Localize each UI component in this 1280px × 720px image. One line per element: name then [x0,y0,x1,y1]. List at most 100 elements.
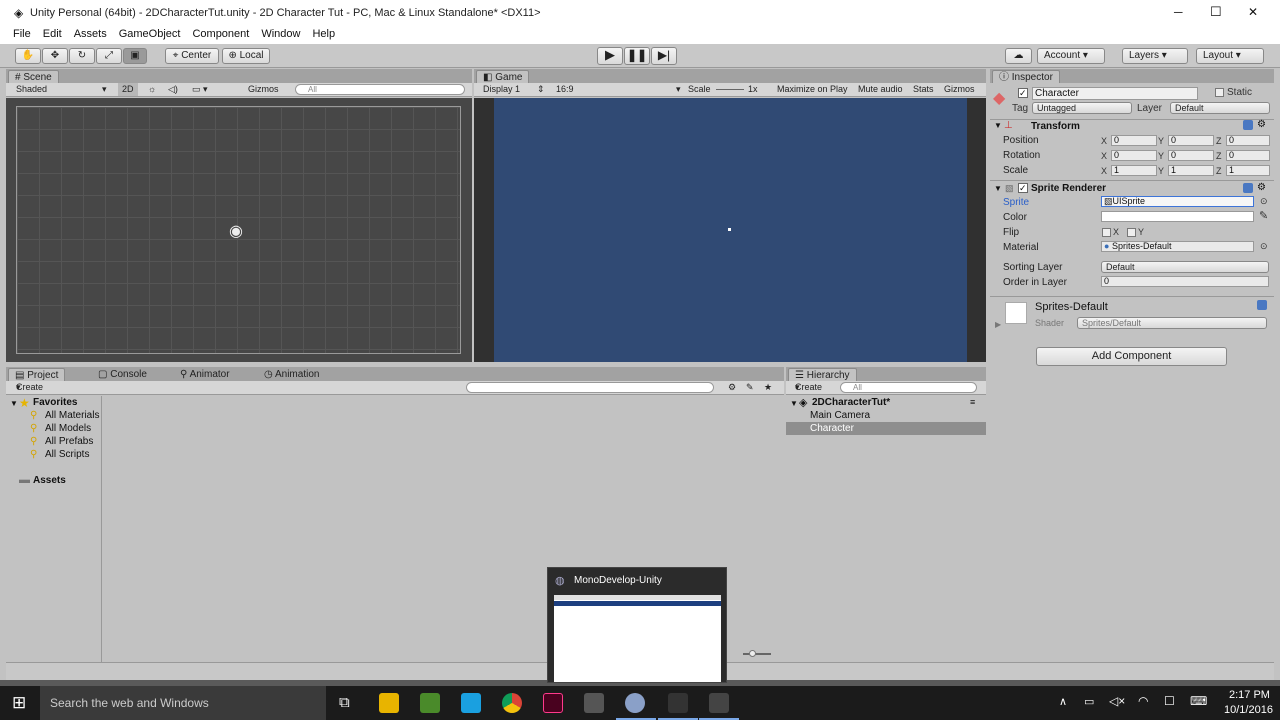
mute-audio-toggle[interactable]: Mute audio [858,83,903,96]
display-dropdown[interactable]: Display 1 [483,83,520,96]
hand-tool-button[interactable]: ✋ [15,48,41,64]
menu-window[interactable]: Window [255,26,306,40]
move-tool-button[interactable]: ✥ [42,48,68,64]
project-create-dropdown[interactable]: Create ▾ [16,381,43,394]
sprite-renderer-checkbox[interactable]: ✓ [1018,183,1028,193]
menu-component[interactable]: Component [186,26,255,40]
foldout-arrow-icon[interactable]: ▼ [994,121,1002,130]
favorites-header[interactable]: Favorites [33,397,77,408]
menu-gameobject[interactable]: GameObject [113,26,187,40]
menu-assets[interactable]: Assets [68,26,113,40]
hierarchy-create-dropdown[interactable]: Create ▾ [795,381,822,394]
pivot-center-button[interactable]: ⌖ Center [165,48,219,64]
scale-x-field[interactable]: 1 [1111,165,1157,176]
account-dropdown[interactable]: Account ▾ [1037,48,1105,64]
rotation-z-field[interactable]: 0 [1226,150,1270,161]
tab-project[interactable]: ▤ Project [8,368,66,381]
play-button[interactable]: ▶ [597,47,623,65]
mode-2d-toggle[interactable]: 2D [118,83,138,96]
volume-muted-icon[interactable]: ◁× [1109,694,1125,708]
chevron-up-icon[interactable]: ∧ [1059,695,1067,708]
tab-console[interactable]: ▢ Console [92,368,153,381]
rotation-y-field[interactable]: 0 [1168,150,1214,161]
scene-menu-icon[interactable]: ≡ [970,397,975,407]
scene-foldout-icon[interactable]: ▼ [790,399,798,408]
lighting-icon[interactable]: ☼ [148,83,156,96]
favorite-item[interactable]: All Scripts [45,449,89,460]
filter-label-icon[interactable]: ✎ [746,381,754,394]
skype-icon[interactable] [461,693,481,713]
sorting-layer-dropdown[interactable]: Default [1101,261,1269,273]
add-component-button[interactable]: Add Component [1036,347,1227,366]
taskbar-search-box[interactable]: Search the web and Windows [40,686,326,720]
step-button[interactable]: ▶| [651,47,677,65]
filter-type-icon[interactable]: ⚙ [728,381,736,394]
maximize-on-play-toggle[interactable]: Maximize on Play [777,83,848,96]
rotation-x-field[interactable]: 0 [1111,150,1157,161]
settings-gear-icon[interactable]: ⚙ [1257,119,1266,130]
menu-help[interactable]: Help [306,26,341,40]
pivot-local-button[interactable]: ⊕ Local [222,48,270,64]
windows-live-writer-icon[interactable] [420,693,440,713]
project-search-input[interactable] [466,382,714,393]
notification-icon[interactable]: ☐ [1164,694,1175,708]
tab-animator[interactable]: ⚲ Animator [174,368,236,381]
hierarchy-search-input[interactable]: All [840,382,977,393]
help-icon[interactable] [1243,120,1253,130]
clock-date[interactable]: 10/1/2016 [1224,704,1273,716]
favorite-item[interactable]: All Materials [45,410,99,421]
calculator-icon[interactable] [584,693,604,713]
shader-dropdown[interactable]: Sprites/Default [1077,317,1267,329]
assets-folder[interactable]: Assets [33,475,66,486]
pause-button[interactable]: ❚❚ [624,47,650,65]
scale-z-field[interactable]: 1 [1226,165,1270,176]
battery-icon[interactable]: ▭ [1084,695,1094,708]
camera-gizmo-icon[interactable]: ◉ [229,221,243,241]
object-picker-icon[interactable]: ⊙ [1260,196,1268,207]
position-y-field[interactable]: 0 [1168,135,1214,146]
menu-file[interactable]: File [0,26,37,40]
static-checkbox[interactable] [1215,88,1224,97]
asset-size-slider[interactable] [743,653,771,655]
game-view[interactable] [474,98,986,362]
audio-icon[interactable]: ◁) [168,83,178,96]
help-icon[interactable] [1243,183,1253,193]
stats-toggle[interactable]: Stats [913,83,934,96]
favorite-item[interactable]: All Prefabs [45,436,93,447]
menu-edit[interactable]: Edit [37,26,68,40]
help-icon[interactable] [1257,300,1267,310]
object-name-field[interactable]: Character [1032,87,1198,100]
shading-dropdown[interactable]: Shaded [16,83,47,96]
unity-editor-icon[interactable] [709,693,729,713]
tab-game[interactable]: ◧ Game [476,70,530,83]
object-picker-icon[interactable]: ⊙ [1260,241,1268,252]
order-in-layer-field[interactable]: 0 [1101,276,1269,287]
taskbar-preview-popup[interactable]: ◍ MonoDevelop-Unity [547,567,727,683]
scene-gizmos-dropdown[interactable]: Gizmos [248,83,279,96]
tab-scene[interactable]: # Scene [8,70,59,83]
favorites-foldout-icon[interactable]: ▼ [10,399,18,408]
settings-gear-icon[interactable]: ⚙ [1257,182,1266,193]
rect-tool-button[interactable]: ▣ [123,48,147,64]
indesign-icon[interactable] [543,693,563,713]
scene-search-input[interactable]: All [295,84,465,95]
hierarchy-item-character[interactable]: Character [786,422,986,435]
favorite-item[interactable]: All Models [45,423,91,434]
rotate-tool-button[interactable]: ↻ [69,48,95,64]
aspect-dropdown[interactable]: 16:9 [556,83,574,96]
favorite-star-icon[interactable]: ★ [764,381,772,394]
minimize-button[interactable]: ─ [1174,5,1183,19]
monodevelop-taskbar-icon[interactable] [625,693,645,713]
wifi-icon[interactable]: ◠ [1138,694,1148,708]
foldout-arrow-icon[interactable]: ▶ [995,320,1001,329]
scene-root-item[interactable]: 2DCharacterTut* [812,397,890,408]
scale-slider[interactable] [716,89,744,90]
keyboard-icon[interactable]: ⌨ [1190,694,1207,708]
maximize-button[interactable]: ☐ [1210,4,1222,20]
flip-x-checkbox[interactable] [1102,228,1111,237]
close-button[interactable]: ✕ [1248,5,1258,19]
tab-hierarchy[interactable]: ☰ Hierarchy [788,368,857,381]
position-z-field[interactable]: 0 [1226,135,1270,146]
eyedropper-icon[interactable]: ✎ [1259,209,1268,222]
windows-start-icon[interactable]: ⊞ [12,693,26,713]
